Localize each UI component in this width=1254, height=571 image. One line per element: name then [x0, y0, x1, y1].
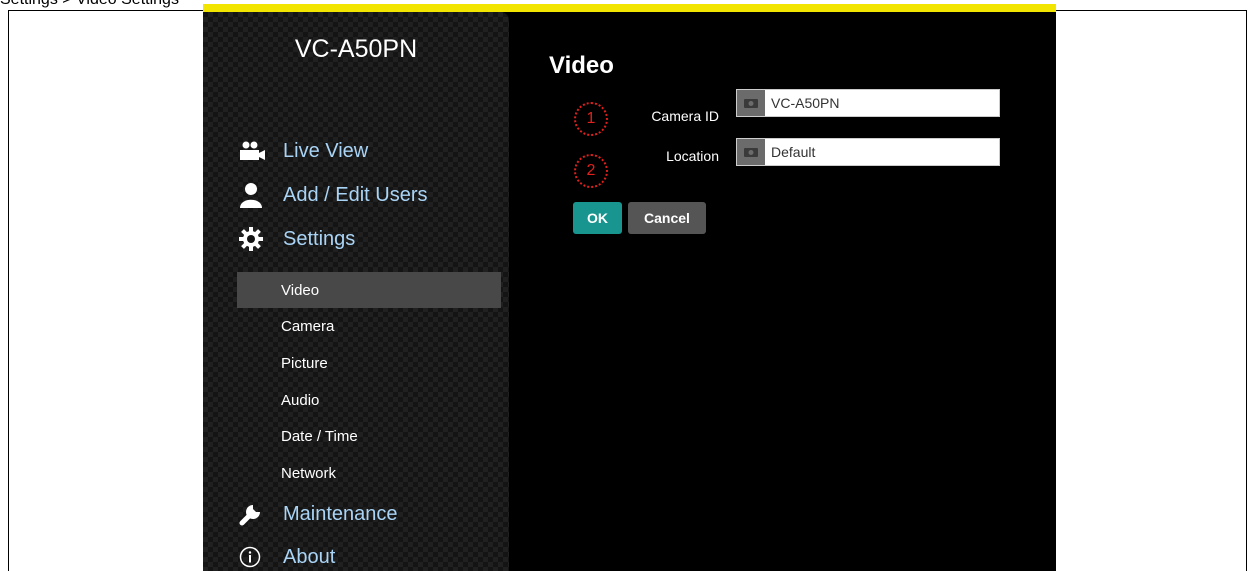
- nav-add-edit-users-label: Add / Edit Users: [283, 183, 428, 206]
- location-value: Default: [771, 144, 816, 160]
- page-title: Video: [549, 52, 614, 79]
- video-camera-icon: [239, 138, 269, 164]
- nav-add-edit-users[interactable]: Add / Edit Users: [239, 180, 428, 210]
- sidebar: VC-A50PN Live View Add / Edit Users Sett…: [203, 12, 509, 571]
- settings-sub-picture[interactable]: Picture: [237, 345, 501, 381]
- wrench-icon: [239, 501, 269, 527]
- nav-settings[interactable]: Settings: [239, 224, 355, 254]
- model-name: VC-A50PN: [294, 35, 418, 63]
- settings-sub-video[interactable]: Video: [237, 272, 501, 308]
- camera-web-ui: VC-A50PN Live View Add / Edit Users Sett…: [203, 12, 1056, 571]
- camera-id-label: Camera ID: [651, 108, 719, 124]
- nav-maintenance-label: Maintenance: [283, 502, 398, 525]
- camera-id-field[interactable]: VC-A50PN: [736, 89, 1000, 117]
- gear-icon: [239, 226, 269, 252]
- settings-sub-network[interactable]: Network: [237, 455, 501, 491]
- nav-settings-label: Settings: [283, 227, 356, 250]
- nav-live-view-label: Live View: [283, 139, 369, 162]
- info-icon: [239, 544, 269, 570]
- location-label: Location: [666, 148, 719, 164]
- nav-maintenance[interactable]: Maintenance: [239, 499, 398, 529]
- callout-badge-2: 2: [574, 154, 608, 188]
- cancel-button[interactable]: Cancel: [628, 202, 706, 234]
- location-field[interactable]: Default: [736, 138, 1000, 166]
- ok-button[interactable]: OK: [573, 202, 622, 234]
- camera-icon: [737, 90, 765, 116]
- top-highlight-strip: [203, 4, 1056, 12]
- settings-sub-date-time[interactable]: Date / Time: [237, 418, 501, 454]
- camera-id-value: VC-A50PN: [771, 95, 840, 111]
- settings-sub-audio[interactable]: Audio: [237, 382, 501, 418]
- camera-icon: [737, 139, 765, 165]
- document-header-text: Settings > Video Settings: [0, 0, 179, 9]
- callout-badge-1: 1: [574, 102, 608, 136]
- nav-about[interactable]: About: [239, 542, 335, 571]
- nav-about-label: About: [283, 545, 336, 568]
- user-icon: [239, 182, 269, 208]
- nav-live-view[interactable]: Live View: [239, 136, 368, 166]
- settings-sub-camera[interactable]: Camera: [237, 308, 501, 344]
